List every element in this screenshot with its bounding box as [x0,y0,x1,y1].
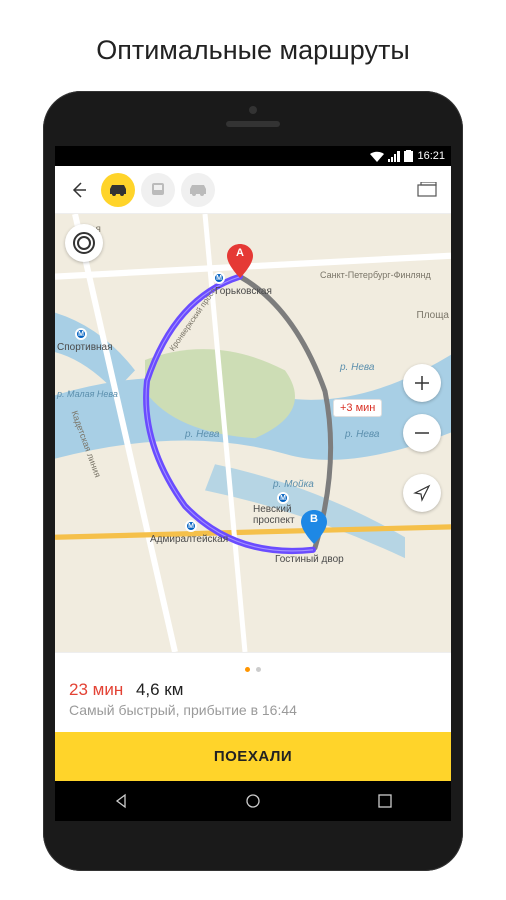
mode-car-button[interactable] [101,173,135,207]
locate-icon [413,484,431,502]
locate-button[interactable] [403,474,441,512]
zoom-out-button[interactable] [403,414,441,452]
wifi-icon [370,151,384,162]
layers-button[interactable] [411,174,443,206]
marker-b[interactable]: B [301,510,327,544]
map-label-gostiny: Гостиный двор [275,554,344,565]
metro-marker [277,492,289,504]
pager-dot[interactable] [245,667,250,672]
nav-back[interactable] [113,793,129,809]
nav-recent[interactable] [377,793,393,809]
map-label-neva2: р. Нева [185,429,219,440]
back-button[interactable] [63,174,95,206]
metro-marker [213,272,225,284]
page-title: Оптимальные маршруты [96,35,410,66]
compass-button[interactable] [65,224,103,262]
route-pager[interactable] [69,663,437,680]
map-label-gorkovskaya: Горьковская [215,286,272,297]
map-label-spbfin: Санкт-Петербург-Финлянд [320,270,431,280]
marker-a-label: A [236,247,244,259]
clock: 16:21 [417,150,445,162]
route-distance: 4,6 км [136,680,183,699]
metro-marker [75,328,87,340]
route-time: 23 мин [69,680,123,699]
toolbar [55,166,451,214]
bus-icon [150,182,166,198]
minus-icon [413,424,431,442]
marker-a[interactable]: A [227,244,253,278]
marker-b-label: B [310,513,318,525]
mode-taxi-button[interactable] [181,173,215,207]
signal-icon [388,151,400,162]
nav-home[interactable] [245,793,261,809]
pager-dot[interactable] [256,667,261,672]
compass-icon [72,231,96,255]
traffic-delta-badge: +3 мин [333,399,382,417]
layers-icon [417,182,437,198]
map-label-ploshchad: Площа [417,310,450,321]
phone-frame: 16:21 [43,91,463,871]
plus-icon [413,374,431,392]
taxi-icon [189,183,207,197]
map-label-malaya: р. Малая Нева [57,389,118,399]
map-label-sportivnaya: Спортивная [57,342,113,353]
map-label-nevsky: Невский проспект [253,504,295,526]
car-icon [109,183,127,197]
map-label-neva1: р. Нева [340,362,374,373]
map-label-admiral: Адмиралтейская [150,534,228,545]
map-label-moika: р. Мойка [273,479,314,490]
status-bar: 16:21 [55,146,451,166]
map-label-neva3: р. Нева [345,429,379,440]
battery-icon [404,150,413,162]
route-summary: 23 мин 4,6 км [69,680,437,700]
route-card: 23 мин 4,6 км Самый быстрый, прибытие в … [55,652,451,781]
zoom-in-button[interactable] [403,364,441,402]
go-button[interactable]: ПОЕХАЛИ [55,732,451,781]
android-nav-bar [55,781,451,821]
route-subtitle: Самый быстрый, прибытие в 16:44 [69,702,437,718]
map[interactable]: ая Горьковская Спортивная Санкт-Петербур… [55,214,451,652]
mode-transit-button[interactable] [141,173,175,207]
screen: 16:21 [55,146,451,821]
metro-marker [185,520,197,532]
